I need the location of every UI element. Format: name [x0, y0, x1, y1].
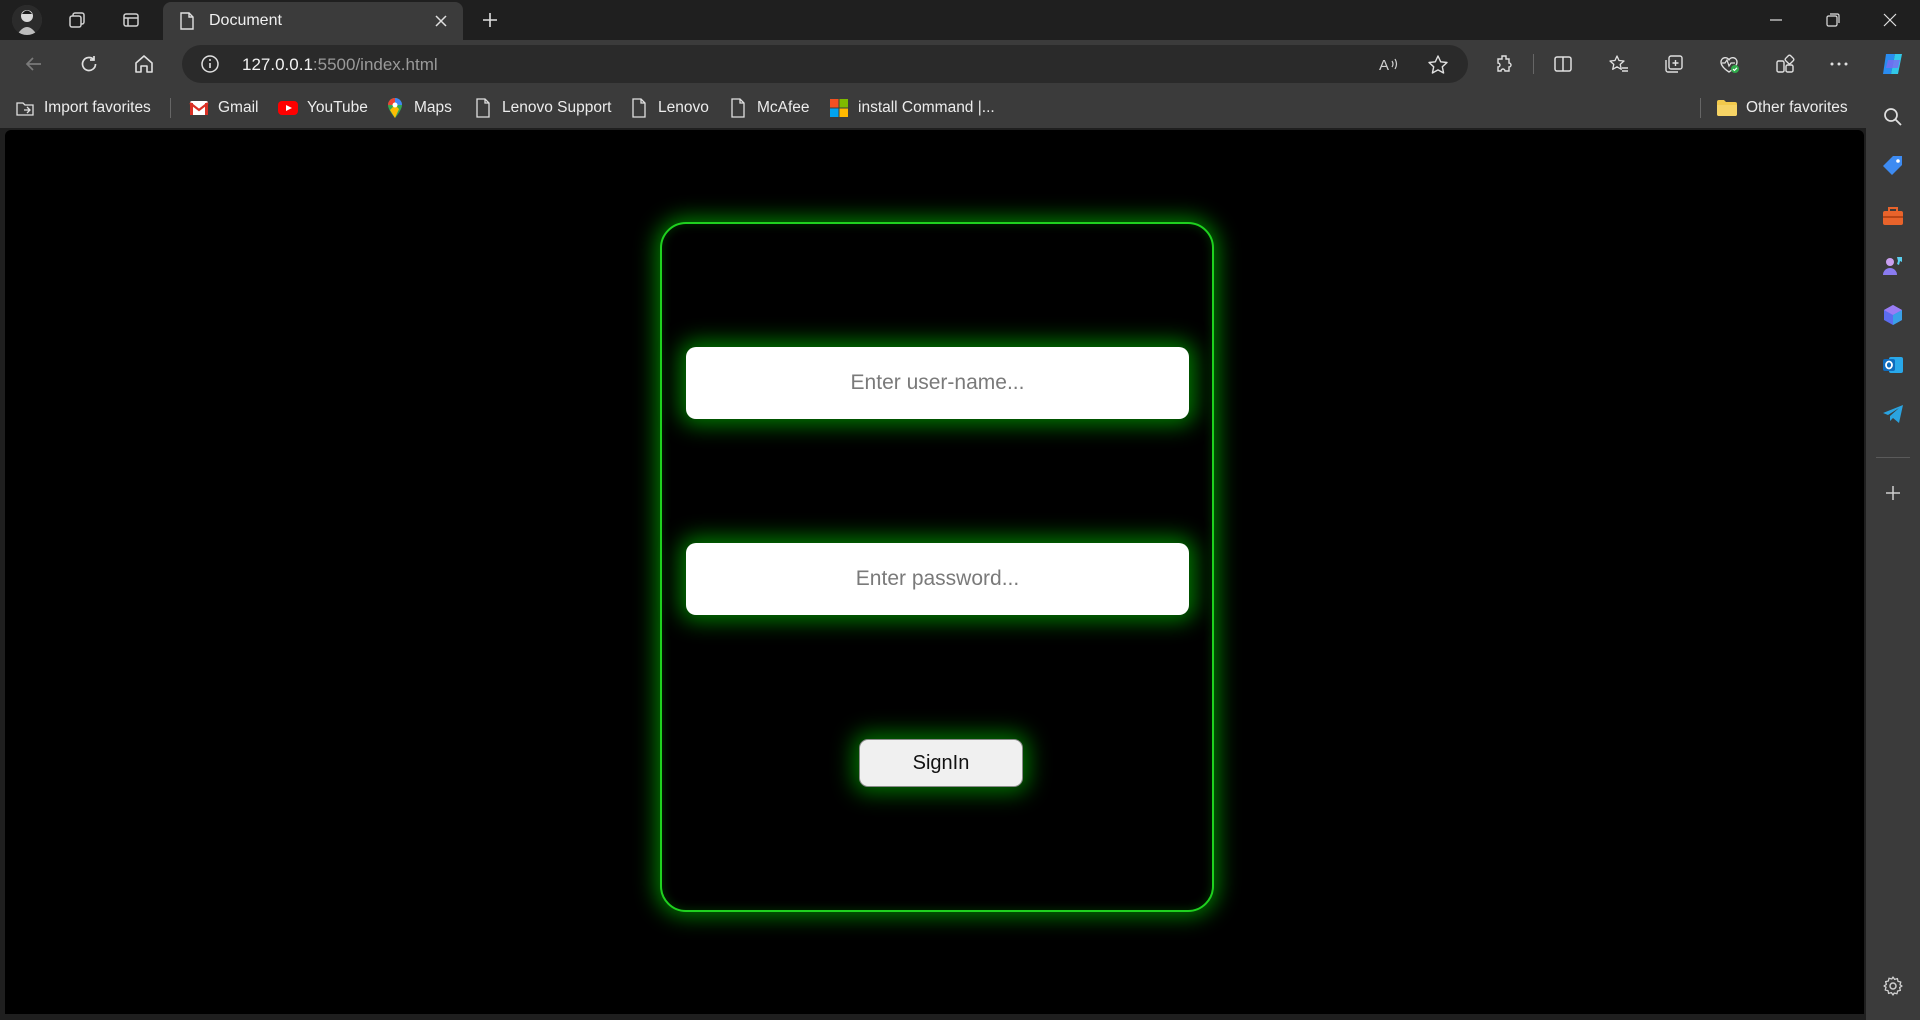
fav-label: Gmail — [218, 99, 259, 116]
search-icon[interactable] — [1880, 104, 1906, 130]
settings-icon[interactable] — [1880, 973, 1906, 999]
split-screen-icon[interactable] — [1545, 46, 1581, 82]
new-tab-icon[interactable] — [474, 4, 506, 36]
add-icon[interactable] — [1880, 480, 1906, 506]
url-path: :5500/index.html — [312, 55, 438, 74]
games-icon[interactable] — [1880, 252, 1906, 278]
tab-document[interactable]: Document — [163, 2, 463, 40]
navigation-toolbar: 127.0.0.1:5500/index.html A — [0, 40, 1920, 88]
fav-install-command[interactable]: install Command |... — [828, 96, 995, 120]
more-icon[interactable] — [1821, 46, 1857, 82]
fav-label: Maps — [414, 99, 452, 116]
copilot-icon[interactable] — [1875, 46, 1911, 82]
close-window-icon[interactable] — [1862, 0, 1918, 40]
tools-icon[interactable] — [1880, 203, 1906, 229]
youtube-icon — [277, 97, 299, 119]
maps-icon — [384, 97, 406, 119]
minimize-icon[interactable] — [1748, 0, 1804, 40]
favorite-star-icon[interactable] — [1425, 52, 1451, 78]
outlook-icon[interactable] — [1880, 352, 1906, 378]
microsoft-icon — [828, 97, 850, 119]
sidebar-divider — [1876, 457, 1910, 458]
title-bar: Document — [0, 0, 1920, 40]
page-viewport: SignIn — [5, 130, 1864, 1014]
fav-lenovo[interactable]: Lenovo — [628, 96, 709, 120]
refresh-icon[interactable] — [71, 46, 107, 82]
fav-label: install Command |... — [858, 99, 995, 116]
username-input[interactable] — [686, 347, 1189, 419]
avatar-icon — [12, 5, 42, 35]
workspaces-tab-icon[interactable] — [61, 4, 93, 36]
page-icon — [727, 97, 749, 119]
url-text: 127.0.0.1:5500/index.html — [242, 55, 438, 75]
folder-icon — [1716, 97, 1738, 119]
toolbar-divider — [1533, 54, 1534, 74]
collections-icon[interactable] — [1656, 46, 1692, 82]
read-aloud-icon[interactable]: A — [1376, 52, 1402, 78]
home-icon[interactable] — [126, 46, 162, 82]
extensions-icon[interactable] — [1487, 46, 1523, 82]
document-icon — [179, 12, 195, 30]
back-icon[interactable] — [16, 46, 52, 82]
fav-lenovo-support[interactable]: Lenovo Support — [472, 96, 611, 120]
copilot-app-icon[interactable] — [1880, 302, 1906, 328]
fav-import-favorites[interactable]: Import favorites — [14, 96, 151, 120]
tab-title: Document — [209, 12, 282, 29]
fav-other-favorites[interactable]: Other favorites — [1716, 96, 1848, 120]
fav-label: YouTube — [307, 99, 368, 116]
favbar-divider — [170, 98, 171, 118]
browser-essentials-icon[interactable] — [1711, 46, 1747, 82]
favorites-icon[interactable] — [1601, 46, 1637, 82]
vertical-tabs-icon[interactable] — [115, 4, 147, 36]
url-host: 127.0.0.1 — [242, 55, 313, 74]
fav-label: Lenovo Support — [502, 99, 612, 116]
signin-button[interactable]: SignIn — [859, 739, 1023, 787]
fav-mcafee[interactable]: McAfee — [727, 96, 810, 120]
fav-label: Lenovo — [658, 99, 709, 116]
address-bar[interactable]: 127.0.0.1:5500/index.html A — [182, 45, 1468, 83]
login-card: SignIn — [660, 222, 1214, 912]
telegram-icon[interactable] — [1880, 401, 1906, 427]
fav-label: Other favorites — [1746, 99, 1848, 116]
edge-sidebar — [1866, 88, 1920, 1020]
info-icon[interactable] — [200, 54, 220, 74]
fav-youtube[interactable]: YouTube — [277, 96, 368, 120]
page-icon — [472, 97, 494, 119]
restore-icon[interactable] — [1805, 0, 1861, 40]
fav-maps[interactable]: Maps — [384, 96, 452, 120]
fav-gmail[interactable]: Gmail — [188, 96, 258, 120]
fav-label: McAfee — [757, 99, 810, 116]
password-input[interactable] — [686, 543, 1189, 615]
shopping-tag-icon[interactable] — [1880, 153, 1906, 179]
gmail-icon — [188, 97, 210, 119]
import-icon — [14, 97, 36, 119]
page-icon — [628, 97, 650, 119]
close-tab-icon[interactable] — [429, 9, 453, 33]
profile-avatar[interactable] — [12, 5, 42, 35]
workspaces-icon[interactable] — [1767, 46, 1803, 82]
svg-text:A: A — [1379, 57, 1389, 74]
favbar-divider — [1700, 98, 1701, 118]
favorites-bar: Import favorites Gmail YouTube Maps Leno… — [0, 88, 1880, 128]
fav-label: Import favorites — [44, 99, 151, 116]
